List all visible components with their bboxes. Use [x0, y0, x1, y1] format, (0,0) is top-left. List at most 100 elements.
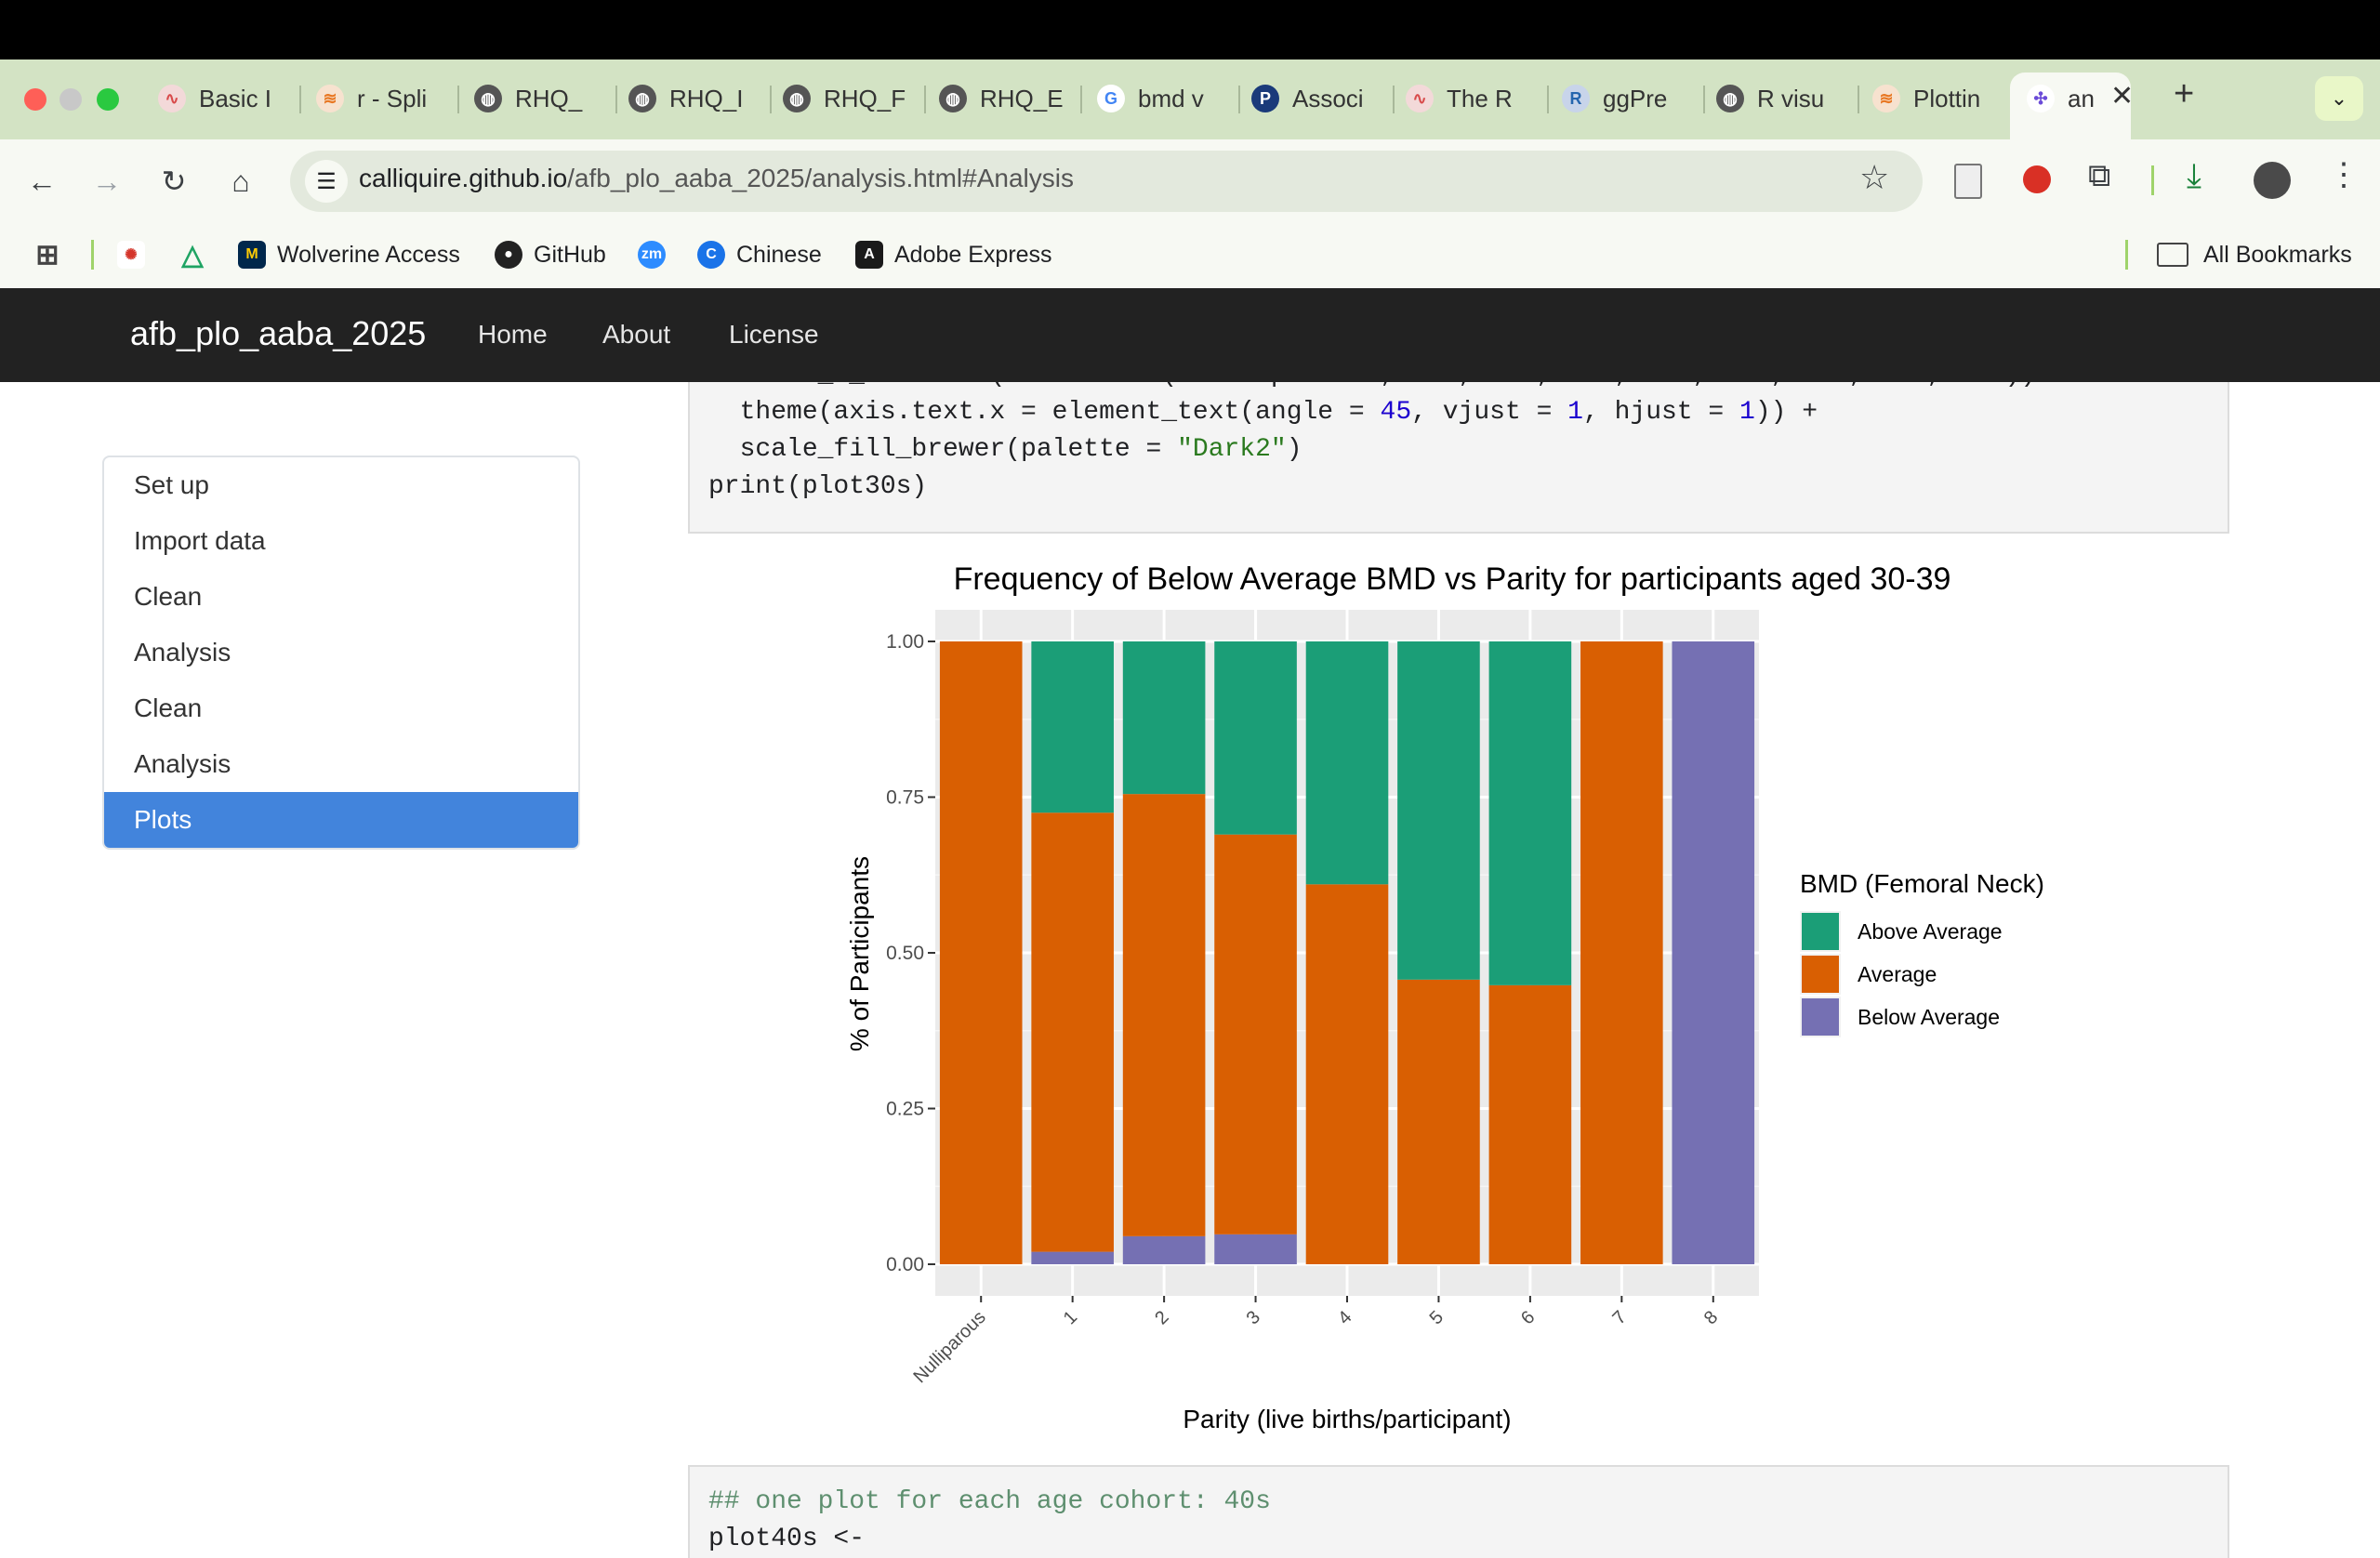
y-tick-label: 0.25	[886, 1099, 924, 1120]
tab-1[interactable]: ≋ r - Spli	[316, 78, 446, 119]
bookmark-5[interactable]: zm	[638, 238, 677, 271]
legend-title: BMD (Femoral Neck)	[1800, 869, 2044, 898]
toc-set-up[interactable]: Set up	[104, 457, 578, 513]
maximize-window-button[interactable]	[97, 88, 119, 111]
tab-label: RHQ_I	[669, 84, 744, 112]
x-axis-label: Parity (live births/participant)	[1183, 1405, 1511, 1433]
site-info-icon[interactable]: ☰	[305, 160, 348, 203]
code-line-print: print(plot30s)	[708, 472, 928, 501]
tomato-extension-icon[interactable]	[2023, 165, 2051, 193]
tab-label: The R	[1447, 84, 1513, 112]
bookmark-7[interactable]: A Adobe Express	[855, 238, 1052, 271]
tab-label: R visu	[1757, 84, 1825, 112]
tab-12[interactable]: ✣ an	[2027, 78, 2110, 119]
toc-import-data[interactable]: Import data	[104, 513, 578, 569]
nav-license-overlay[interactable]: License	[729, 320, 819, 350]
close-window-button[interactable]	[24, 88, 46, 111]
legend-label: Below Average	[1858, 1005, 2000, 1029]
legend-key-bg	[1800, 997, 1841, 1037]
toc-analysis[interactable]: Analysis	[104, 625, 578, 680]
toc-plots[interactable]: Plots	[104, 792, 578, 848]
bookmark-4[interactable]: ● GitHub	[495, 238, 606, 271]
bar-segment	[939, 641, 1023, 1264]
stack-icon: ≋	[316, 85, 344, 112]
tab-separator	[1393, 86, 1395, 113]
close-tab-icon[interactable]: ✕	[2110, 80, 2134, 112]
tab-label: Basic I	[199, 84, 272, 112]
tab-6[interactable]: Gbmd v	[1097, 78, 1227, 119]
tab-label: bmd v	[1138, 84, 1204, 112]
tab-label: Associ	[1292, 84, 1364, 112]
bookmark-1[interactable]: ✺	[117, 238, 156, 271]
legend-key-bg	[1800, 954, 1841, 995]
tab-5[interactable]: ◍ RHQ_E	[939, 78, 1069, 119]
reload-button[interactable]: ↻	[152, 160, 195, 203]
bar-segment	[1214, 1234, 1297, 1264]
screen-top-bar	[0, 0, 2380, 59]
bookmark-6[interactable]: C Chinese	[697, 238, 822, 271]
tab-label: Plottin	[1913, 84, 1981, 112]
canvas-icon: ✺	[117, 241, 145, 269]
all-bookmarks-button[interactable]: All Bookmarks	[2157, 238, 2352, 271]
chart-title: Frequency of Below Average BMD vs Parity…	[954, 561, 1951, 597]
toolbar-divider	[2151, 165, 2154, 195]
bookmark-star-icon[interactable]: ☆	[1859, 158, 1889, 197]
tab-separator	[924, 86, 926, 113]
x-tick-label: 1	[1060, 1307, 1081, 1328]
x-tick-label: 4	[1334, 1307, 1355, 1328]
tab-11[interactable]: ≋ Plottin	[1872, 78, 2003, 119]
bar-segment	[1305, 641, 1389, 885]
toc-clean-2[interactable]: Clean	[104, 680, 578, 736]
minimize-window-button[interactable]	[60, 88, 82, 111]
bar-segment	[1122, 794, 1206, 1236]
y-axis-label: % of Participants	[845, 856, 874, 1051]
tab-8[interactable]: ∿ The R	[1406, 78, 1536, 119]
tab-7[interactable]: P Associ	[1251, 78, 1382, 119]
code-line-fill: scale_fill_brewer(palette = "Dark2")	[708, 435, 1302, 464]
new-tab-button[interactable]: +	[2174, 74, 2194, 114]
toc-analysis-2[interactable]: Analysis	[104, 736, 578, 792]
code-line-plot40s: plot40s <-	[708, 1525, 866, 1553]
y-tick-label: 0.50	[886, 943, 924, 964]
tab-separator	[1238, 86, 1240, 113]
bookmark-3[interactable]: M Wolverine Access	[238, 238, 460, 271]
toc-clean[interactable]: Clean	[104, 569, 578, 625]
nav-about-overlay[interactable]: About	[602, 320, 670, 350]
profile-avatar[interactable]	[2254, 162, 2291, 199]
globe-icon: ◍	[628, 85, 656, 112]
bookmark-2[interactable]: △	[178, 238, 218, 271]
home-button[interactable]: ⌂	[219, 160, 262, 203]
site-brand-overlay[interactable]: afb_plo_aaba_2025	[130, 314, 426, 353]
tab-separator	[299, 86, 301, 113]
y-tick-label: 0.00	[886, 1254, 924, 1275]
p-icon: P	[1251, 85, 1279, 112]
tab-search-button[interactable]: ⌄	[2315, 76, 2363, 121]
page-icon[interactable]	[1954, 164, 1982, 199]
bookmark-0[interactable]: ⊞	[33, 238, 73, 271]
tab-10[interactable]: ◍ R visu	[1716, 78, 1846, 119]
url-text[interactable]: calliquire.github.io/afb_plo_aaba_2025/a…	[359, 164, 1074, 193]
bookmark-label: GitHub	[534, 241, 606, 268]
tab-0[interactable]: ∿ Basic I	[158, 78, 288, 119]
quarto-icon: ✣	[2027, 85, 2055, 112]
bar-segment	[1214, 834, 1297, 1235]
x-tick-label: 5	[1426, 1307, 1448, 1328]
x-tick-label: 3	[1243, 1307, 1264, 1328]
code-line-theme: theme(axis.text.x = element_text(angle =…	[708, 398, 1818, 427]
bar-segment	[1122, 1235, 1206, 1264]
tab-3[interactable]: ◍ RHQ_I	[628, 78, 759, 119]
back-button[interactable]: ←	[20, 160, 63, 203]
x-tick-label: 8	[1700, 1307, 1722, 1328]
apps-grid-icon: ⊞	[35, 239, 60, 271]
download-icon[interactable]: ⤓	[2187, 156, 2202, 196]
tab-2[interactable]: ◍ RHQ_	[474, 78, 604, 119]
code-block-30s: scale_x_discrete(limits = c("Nulliparous…	[688, 364, 2229, 534]
forward-button[interactable]: →	[86, 160, 128, 203]
menu-kebab-icon[interactable]: ⋮	[2328, 156, 2360, 193]
nav-home-overlay[interactable]: Home	[478, 320, 548, 350]
tab-label: RHQ_F	[824, 84, 906, 112]
tab-4[interactable]: ◍ RHQ_F	[783, 78, 913, 119]
extensions-puzzle-icon[interactable]: ⧉	[2088, 158, 2110, 194]
bookmark-label: Adobe Express	[894, 241, 1052, 268]
tab-9[interactable]: RggPre	[1562, 78, 1692, 119]
